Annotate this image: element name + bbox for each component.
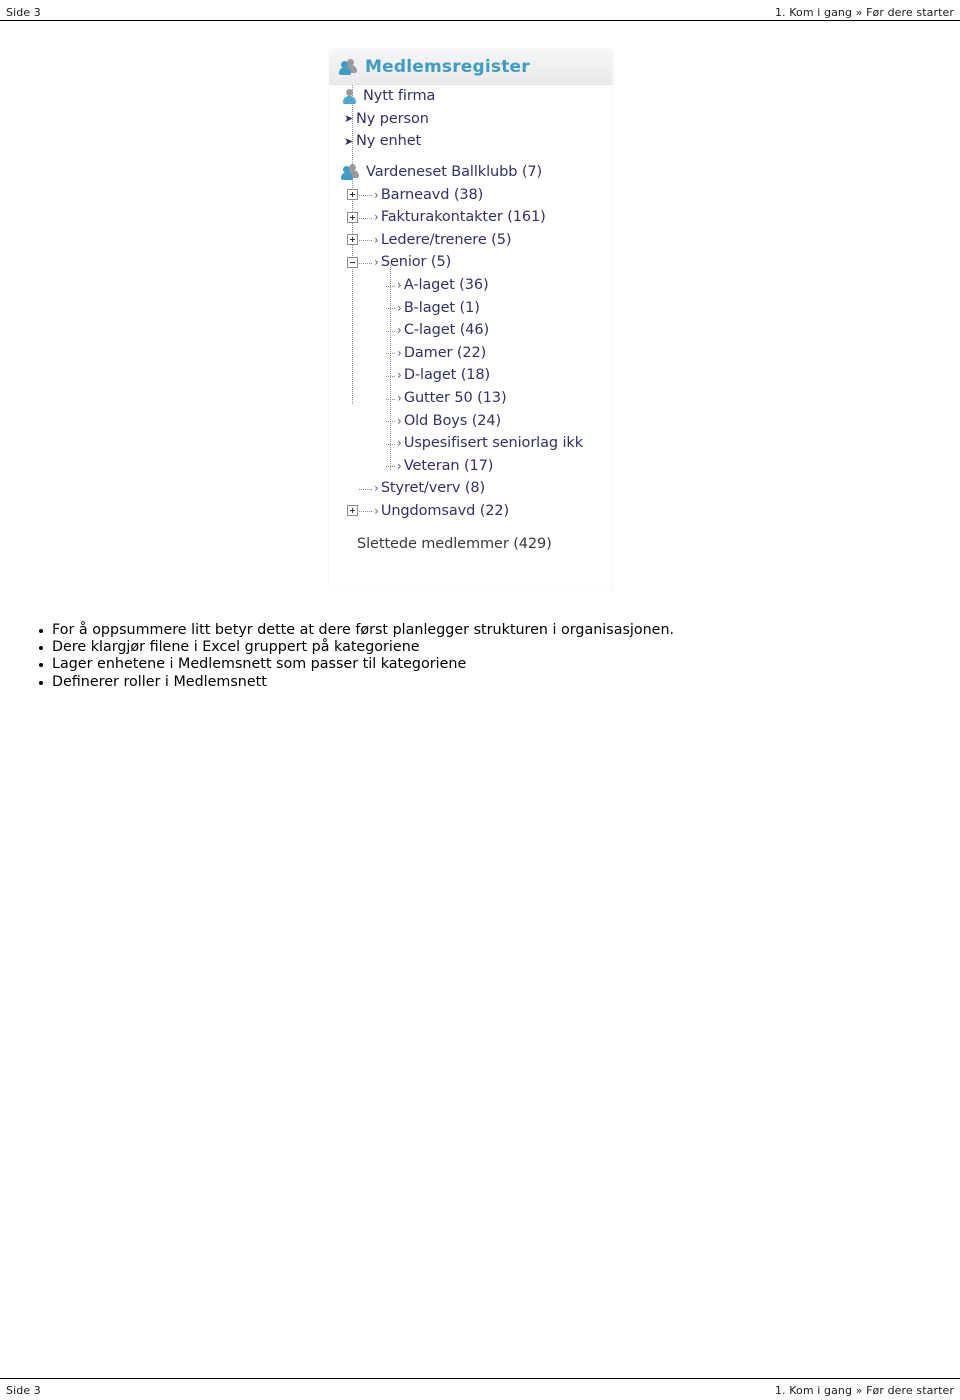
person-icon [342,88,357,104]
action-label: Ny enhet [356,133,422,150]
tree-root-node[interactable]: Vardeneset Ballklubb (7) [329,161,614,184]
tree-connector [359,262,372,264]
tree-connector [386,330,395,332]
expand-plus-icon[interactable] [347,234,358,246]
tree-node-label: Slettede medlemmer (429) [357,535,552,552]
tree-node-c-laget[interactable]: › C-laget (46) [329,319,614,342]
tree-connector [386,308,395,310]
expand-plus-icon[interactable] [347,189,358,201]
tree-connector [386,443,395,445]
action-nytt-firma[interactable]: Nytt firma [329,85,614,108]
tree-node-a-laget[interactable]: › A-laget (36) [329,274,614,297]
tree-root-label: Vardeneset Ballklubb (7) [366,164,543,181]
expand-plus-icon[interactable] [347,211,358,223]
action-ny-person[interactable]: ➤ Ny person [329,108,614,131]
chevron-right-icon: › [397,391,402,406]
tree-node-ledere-trenere[interactable]: › Ledere/trenere (5) [329,229,614,252]
tree-node-fakturakontakter[interactable]: › Fakturakontakter (161) [329,206,614,229]
tree-node-label: Barneavd (38) [380,186,484,203]
panel-title: Medlemsregister [365,56,530,77]
panel-titlebar: Medlemsregister [329,49,614,85]
tree-node-damer[interactable]: › Damer (22) [329,342,614,365]
tree-node-ungdomsavd[interactable]: › Ungdomsavd (22) [329,500,614,523]
tree-connector [386,421,395,423]
footer-divider [0,1378,960,1379]
tree-node-label: A-laget (36) [403,277,489,294]
tree-connector [359,511,372,513]
chevron-right-icon: › [397,458,402,473]
tree-node-old-boys[interactable]: › Old Boys (24) [329,409,614,432]
tree-connector [386,375,395,377]
list-item: Dere klargjør filene i Excel gruppert på… [36,639,916,656]
chevron-right-icon: › [397,413,402,428]
header-divider [0,20,960,21]
medlemsregister-panel: Medlemsregister Nytt firma ➤ Ny person ➤… [329,49,614,590]
chevron-right-icon: › [374,232,379,247]
chevron-right-icon: › [374,481,379,496]
chevron-right-icon: › [397,436,402,451]
expand-plus-icon[interactable] [347,505,358,517]
people-icon [339,58,358,75]
tree-node-label: Veteran (17) [403,457,494,474]
chevron-right-icon: › [397,278,402,293]
chevron-right-icon: › [374,187,379,202]
tree-node-veteran[interactable]: › Veteran (17) [329,455,614,478]
chevron-right-icon: › [374,255,379,270]
chevron-right-icon: › [397,300,402,315]
tree-node-slettede-medlemmer[interactable]: Slettede medlemmer (429) [329,532,614,555]
tree-node-label: Gutter 50 (13) [403,390,507,407]
tree-connector [386,353,395,355]
tree-connector [359,488,372,490]
tree-node-senior[interactable]: › Senior (5) [329,251,614,274]
tree-connector [386,285,395,287]
action-label: Nytt firma [363,88,436,105]
page-header-right-text: 1. Kom i gang » Før dere starter [774,5,954,19]
tree-connector [386,398,395,400]
tree-node-styret-verv[interactable]: › Styret/verv (8) [329,477,614,500]
chevron-right-icon: › [397,368,402,383]
tree-node-b-laget[interactable]: › B-laget (1) [329,296,614,319]
tree-node-label: Ungdomsavd (22) [380,502,510,519]
page-footer-left-text: Side 3 [6,1383,41,1397]
tree-connector [359,217,372,219]
action-label: Ny person [356,110,429,127]
tree-node-gutter-50[interactable]: › Gutter 50 (13) [329,387,614,410]
arrow-right-icon: ➤ [344,112,354,126]
chevron-right-icon: › [397,323,402,338]
chevron-right-icon: › [374,503,379,518]
list-item: Definerer roller i Medlemsnett [36,674,916,691]
list-item: Lager enhetene i Medlemsnett som passer … [36,656,916,673]
tree-node-label: Senior (5) [380,254,452,271]
tree-node-label: Fakturakontakter (161) [380,209,546,226]
collapse-minus-icon[interactable] [347,256,358,268]
list-item: For å oppsummere litt betyr dette at der… [36,622,916,639]
tree-node-barneavd[interactable]: › Barneavd (38) [329,183,614,206]
tree-node-label: D-laget (18) [403,367,491,384]
tree-node-d-laget[interactable]: › D-laget (18) [329,364,614,387]
tree-node-label: Damer (22) [403,344,487,361]
action-ny-enhet[interactable]: ➤ Ny enhet [329,130,614,153]
chevron-right-icon: › [374,210,379,225]
tree-node-label: Ledere/trenere (5) [380,231,512,248]
arrow-right-icon: ➤ [344,134,354,148]
tree-node-label: Styret/verv (8) [380,480,486,497]
page-header: Side 3 1. Kom i gang » Før dere starter [0,2,960,22]
page-footer: Side 3 1. Kom i gang » Før dere starter [0,1380,960,1400]
tree-view: Nytt firma ➤ Ny person ➤ Ny enhet Varden… [329,85,614,590]
tree-node-uspesifisert-seniorlag[interactable]: › Uspesifisert seniorlag ikk [329,432,614,455]
tree-node-label: Old Boys (24) [403,412,502,429]
tree-connector [359,240,372,242]
tree-connector [386,466,395,468]
chevron-right-icon: › [397,345,402,360]
page-header-left-text: Side 3 [6,5,41,19]
tree-node-label: C-laget (46) [403,322,490,339]
tree-node-label: B-laget (1) [403,299,480,316]
tree-node-label: Uspesifisert seniorlag ikk [403,435,584,452]
people-icon [341,164,360,181]
tree-connector [359,195,372,197]
summary-bullet-list: For å oppsummere litt betyr dette at der… [36,622,916,691]
page-footer-right-text: 1. Kom i gang » Før dere starter [774,1383,954,1397]
